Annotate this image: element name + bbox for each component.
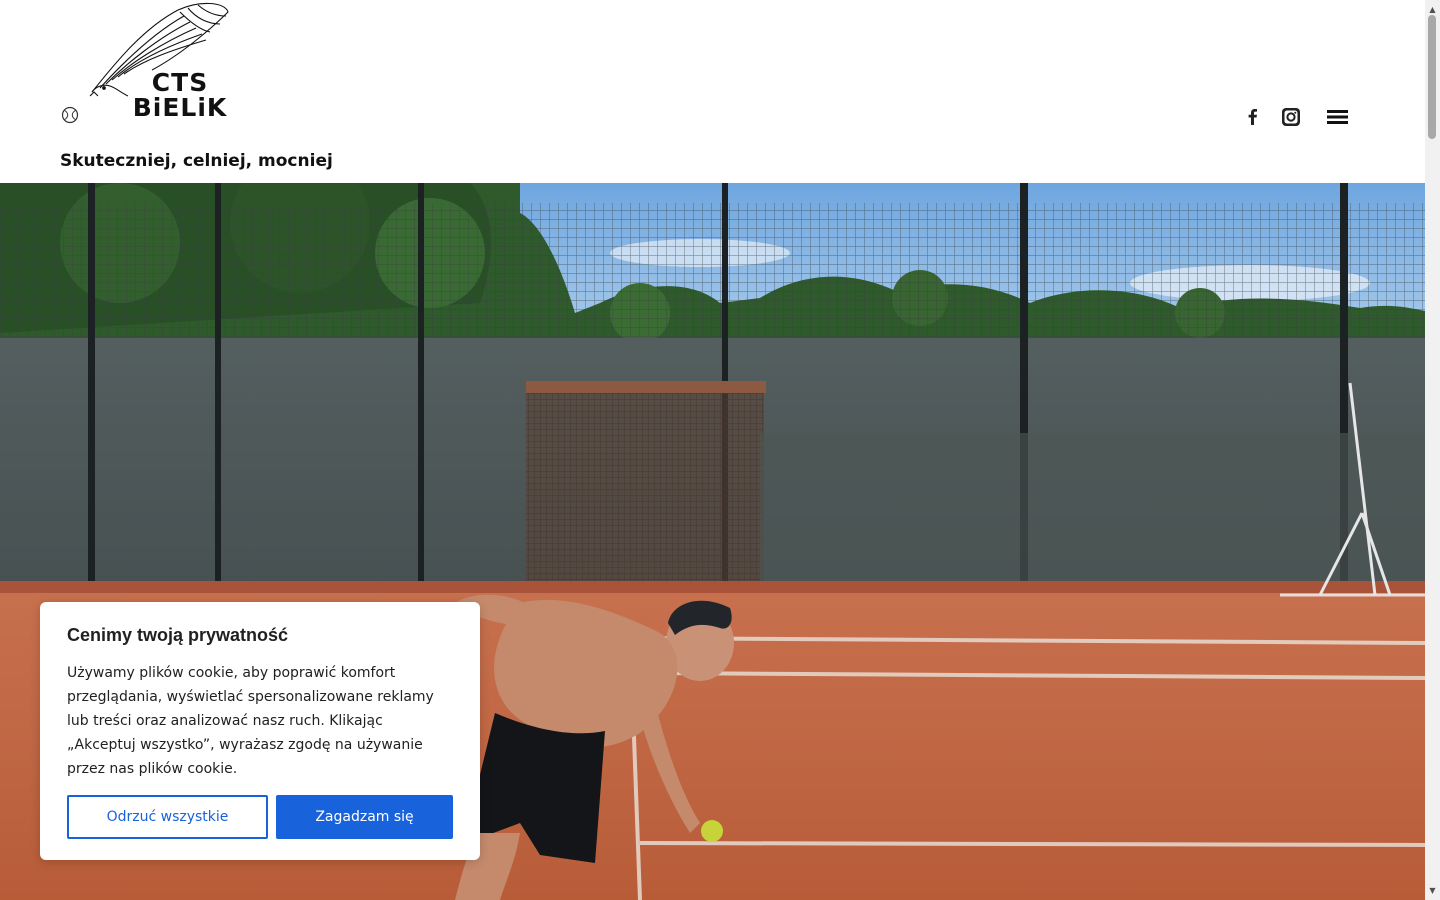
site-header: CTS BiELiK Skuteczniej, celniej, mocniej	[0, 0, 1425, 183]
header-icons	[1240, 104, 1350, 130]
cookie-banner-text: Używamy plików cookie, aby poprawić komf…	[67, 665, 434, 777]
page-scrollbar[interactable]: ▲ ▼	[1425, 0, 1440, 900]
cookie-banner-title: Cenimy twoją prywatność	[67, 625, 289, 645]
hamburger-menu-icon[interactable]	[1324, 104, 1350, 130]
facebook-icon[interactable]	[1240, 104, 1266, 130]
scroll-down-arrow-icon[interactable]: ▼	[1425, 883, 1440, 898]
logo-line1: CTS	[151, 68, 209, 97]
instagram-icon[interactable]	[1278, 104, 1304, 130]
site-tagline: Skuteczniej, celniej, mocniej	[60, 151, 333, 171]
site-logo[interactable]: CTS BiELiK	[60, 0, 235, 128]
cookie-banner-buttons: Odrzuć wszystkie Zagadzam się	[67, 795, 453, 839]
tennis-ball-icon	[61, 106, 79, 124]
logo-text: CTS BiELiK	[130, 70, 230, 120]
reject-all-button[interactable]: Odrzuć wszystkie	[67, 795, 268, 839]
accept-button[interactable]: Zagadzam się	[276, 795, 453, 839]
scroll-thumb[interactable]	[1428, 15, 1436, 139]
cookie-consent-banner: Cenimy twoją prywatność Używamy plików c…	[40, 602, 480, 860]
logo-line2: BiELiK	[132, 93, 228, 122]
